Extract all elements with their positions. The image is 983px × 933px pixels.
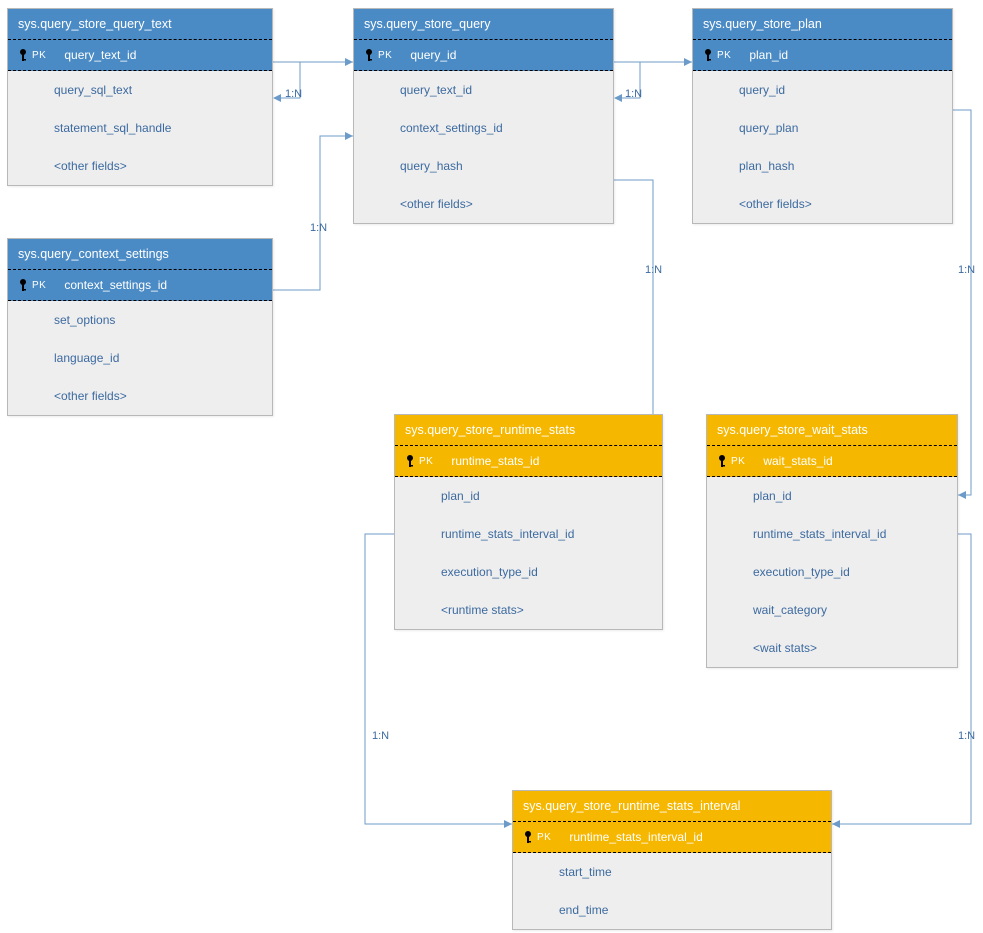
entity-query-store-query: sys.query_store_query PK query_id query_… [353,8,614,224]
entity-query-store-wait-stats: sys.query_store_wait_stats PK wait_stats… [706,414,958,668]
field: <runtime stats> [395,591,662,629]
pk-label: PK [378,50,392,61]
pk-row: PK context_settings_id [8,270,272,301]
field: execution_type_id [707,553,957,591]
pk-row: PK query_text_id [8,40,272,71]
field: runtime_stats_interval_id [707,515,957,553]
entity-title: sys.query_store_runtime_stats_interval [513,791,831,822]
field: context_settings_id [354,109,613,147]
pk-label: PK [32,50,46,61]
entity-query-context-settings: sys.query_context_settings PK context_se… [7,238,273,416]
entity-title: sys.query_store_query_text [8,9,272,40]
rel-label: 1:N [625,88,642,100]
key-icon [18,278,28,292]
field: start_time [513,853,831,891]
entity-title: sys.query_store_wait_stats [707,415,957,446]
field: statement_sql_handle [8,109,272,147]
pk-row: PK wait_stats_id [707,446,957,477]
pk-label: PK [537,832,551,843]
field: runtime_stats_interval_id [395,515,662,553]
pk-row: PK query_id [354,40,613,71]
key-icon [703,48,713,62]
field: <other fields> [8,147,272,185]
field: query_sql_text [8,71,272,109]
key-icon [523,830,533,844]
rel-label: 1:N [372,730,389,742]
entity-title: sys.query_context_settings [8,239,272,270]
key-icon [405,454,415,468]
field: query_hash [354,147,613,185]
pk-field: query_text_id [64,48,136,62]
pk-label: PK [419,456,433,467]
field: end_time [513,891,831,929]
key-icon [18,48,28,62]
pk-row: PK runtime_stats_id [395,446,662,477]
field: <wait stats> [707,629,957,667]
field: plan_id [395,477,662,515]
field: query_text_id [354,71,613,109]
pk-row: PK plan_id [693,40,952,71]
field: language_id [8,339,272,377]
pk-field: runtime_stats_id [451,454,539,468]
key-icon [364,48,374,62]
field: <other fields> [693,185,952,223]
entity-query-store-runtime-stats-interval: sys.query_store_runtime_stats_interval P… [512,790,832,930]
field: <other fields> [354,185,613,223]
rel-label: 1:N [310,222,327,234]
pk-field: query_id [410,48,456,62]
entity-query-store-query-text: sys.query_store_query_text PK query_text… [7,8,273,186]
rel-label: 1:N [958,730,975,742]
field: query_id [693,71,952,109]
pk-label: PK [32,280,46,291]
rel-label: 1:N [645,264,662,276]
entity-query-store-runtime-stats: sys.query_store_runtime_stats PK runtime… [394,414,663,630]
pk-field: runtime_stats_interval_id [569,830,702,844]
entity-title: sys.query_store_query [354,9,613,40]
entity-query-store-plan: sys.query_store_plan PK plan_id query_id… [692,8,953,224]
pk-label: PK [731,456,745,467]
rel-label: 1:N [958,264,975,276]
pk-field: plan_id [749,48,788,62]
field: plan_hash [693,147,952,185]
pk-row: PK runtime_stats_interval_id [513,822,831,853]
pk-field: context_settings_id [64,278,167,292]
field: wait_category [707,591,957,629]
pk-field: wait_stats_id [763,454,832,468]
entity-title: sys.query_store_plan [693,9,952,40]
pk-label: PK [717,50,731,61]
field: <other fields> [8,377,272,415]
rel-label: 1:N [285,88,302,100]
field: query_plan [693,109,952,147]
field: execution_type_id [395,553,662,591]
field: plan_id [707,477,957,515]
entity-title: sys.query_store_runtime_stats [395,415,662,446]
key-icon [717,454,727,468]
field: set_options [8,301,272,339]
